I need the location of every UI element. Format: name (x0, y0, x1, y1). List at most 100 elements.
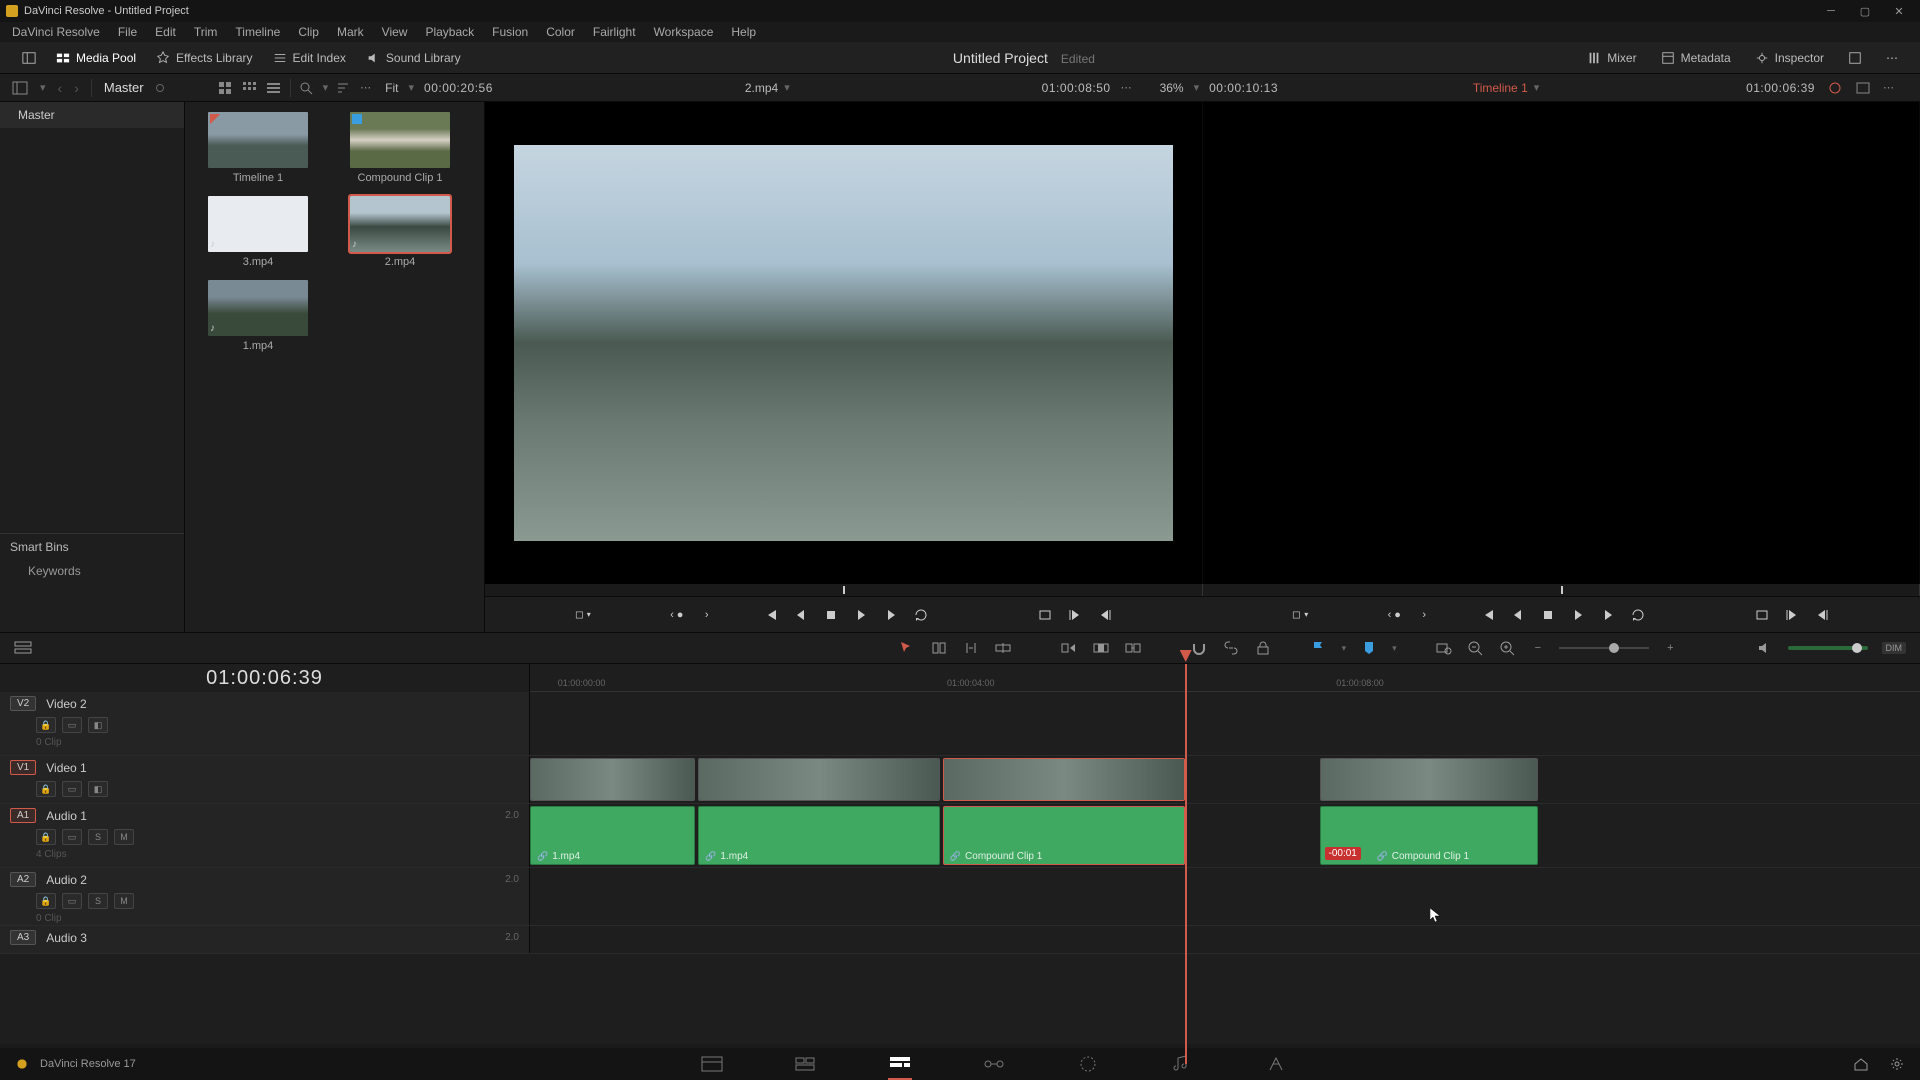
effects-library-toggle[interactable]: Effects Library (146, 47, 262, 69)
menu-color[interactable]: Color (538, 23, 583, 41)
track-lane[interactable] (530, 756, 1920, 803)
tl-prev-edit[interactable]: ‹ ● (1386, 607, 1402, 623)
src-next-frame-button[interactable] (883, 607, 899, 623)
video-clip[interactable] (1320, 758, 1538, 801)
smart-bin-keywords[interactable]: Keywords (0, 560, 184, 582)
track-control[interactable]: S (88, 893, 108, 909)
media-pool-toggle[interactable]: Media Pool (46, 47, 146, 69)
menu-clip[interactable]: Clip (290, 23, 327, 41)
menu-help[interactable]: Help (723, 23, 764, 41)
search-icon[interactable] (299, 81, 315, 95)
track-lane[interactable]: 🔗 1.mp4🔗 1.mp4🔗 Compound Clip 1-00:01🔗 C… (530, 804, 1920, 867)
tl-first-frame-button[interactable] (1480, 607, 1496, 623)
overwrite-clip-icon[interactable] (1092, 640, 1110, 656)
sort-icon[interactable] (336, 81, 352, 95)
pool-item-timeline-1[interactable]: Timeline 1 (193, 112, 323, 184)
list-view-icon[interactable] (266, 81, 282, 95)
pool-item-2-mp4[interactable]: ♪2.mp4 (335, 196, 465, 268)
grid-view-icon[interactable] (242, 81, 258, 95)
thumbnail-view-icon[interactable] (218, 81, 234, 95)
track-control[interactable]: 🔒 (36, 717, 56, 733)
tl-stop-button[interactable] (1540, 607, 1556, 623)
src-out-button[interactable] (1097, 607, 1113, 623)
volume-slider[interactable] (1788, 646, 1868, 650)
snap-toggle-icon[interactable] (1190, 640, 1208, 656)
timeline-ruler[interactable]: 01:00:00:0001:00:04:0001:00:08:00 (530, 664, 1920, 692)
track-control[interactable]: M (114, 893, 134, 909)
track-control[interactable]: 🔒 (36, 893, 56, 909)
trim-tool-icon[interactable] (930, 640, 948, 656)
dim-badge[interactable]: DIM (1882, 642, 1907, 654)
track-control[interactable]: ▭ (62, 717, 82, 733)
cut-page-button[interactable] (794, 1054, 818, 1074)
mute-icon[interactable] (1756, 640, 1774, 656)
video-clip[interactable] (698, 758, 940, 801)
zoom-out-icon[interactable] (1467, 640, 1485, 656)
src-stop-button[interactable] (823, 607, 839, 623)
src-match-frame-next[interactable]: › (699, 607, 715, 623)
minimize-button[interactable]: ─ (1824, 4, 1838, 18)
tl-next-edit[interactable]: › (1416, 607, 1432, 623)
track-control[interactable]: ▭ (62, 781, 82, 797)
fullscreen-button[interactable] (1838, 47, 1872, 69)
track-badge[interactable]: V2 (10, 696, 36, 711)
timeline-name-dropdown[interactable]: Timeline 1 (1473, 81, 1528, 95)
timeline-view-options-icon[interactable] (14, 640, 32, 656)
src-match-frame-prev[interactable]: ‹ ● (669, 607, 685, 623)
tl-out-button[interactable] (1814, 607, 1830, 623)
video-clip[interactable] (943, 758, 1185, 801)
playhead[interactable] (1185, 664, 1187, 1064)
flag-dropdown-icon[interactable] (1310, 640, 1328, 656)
zoom-slider[interactable] (1559, 647, 1649, 649)
pool-thumbnail[interactable]: ♪ (208, 280, 308, 336)
track-badge[interactable]: A2 (10, 872, 36, 887)
track-lane[interactable] (530, 926, 1920, 953)
single-viewer-icon[interactable] (1855, 81, 1871, 95)
pool-item-compound-clip-1[interactable]: Compound Clip 1 (335, 112, 465, 184)
color-page-button[interactable] (1076, 1054, 1100, 1074)
timeline-scrubber[interactable] (1203, 584, 1920, 596)
src-match-button[interactable] (1037, 607, 1053, 623)
tl-overlay-dropdown[interactable]: ▾ (1292, 607, 1308, 623)
bypass-icon[interactable] (1827, 81, 1843, 95)
track-control[interactable]: ◧ (88, 781, 108, 797)
zoom-selection-icon[interactable] (1435, 640, 1453, 656)
insert-clip-icon[interactable] (1060, 640, 1078, 656)
mixer-toggle[interactable]: Mixer (1577, 47, 1646, 69)
selection-tool-icon[interactable] (898, 640, 916, 656)
inspector-toggle[interactable]: Inspector (1745, 47, 1834, 69)
metadata-toggle[interactable]: Metadata (1651, 47, 1741, 69)
tl-in-button[interactable] (1784, 607, 1800, 623)
track-control[interactable]: ▭ (62, 893, 82, 909)
layout-toggle[interactable] (12, 47, 46, 69)
source-scrubber[interactable] (485, 584, 1203, 596)
pool-item-3-mp4[interactable]: ♪3.mp4 (193, 196, 323, 268)
more-button[interactable]: ⋯ (1876, 47, 1908, 69)
pool-item-1-mp4[interactable]: ♪1.mp4 (193, 280, 323, 352)
menu-workspace[interactable]: Workspace (646, 23, 722, 41)
menu-mark[interactable]: Mark (329, 23, 372, 41)
track-badge[interactable]: A3 (10, 930, 36, 945)
src-first-frame-button[interactable] (763, 607, 779, 623)
pool-thumbnail[interactable] (350, 112, 450, 168)
src-overlay-dropdown[interactable]: ▾ (575, 607, 591, 623)
tl-play-button[interactable] (1570, 607, 1586, 623)
audio-clip[interactable]: 🔗 1.mp4 (698, 806, 940, 865)
bin-breadcrumb[interactable]: Master (104, 80, 144, 95)
timeline-viewer[interactable] (1203, 102, 1920, 584)
source-viewer[interactable] (485, 102, 1203, 584)
track-control[interactable]: 🔒 (36, 781, 56, 797)
track-control[interactable]: ◧ (88, 717, 108, 733)
zoom-minus[interactable]: − (1535, 642, 1541, 654)
audio-clip[interactable]: 🔗 Compound Clip 1 (943, 806, 1185, 865)
menu-timeline[interactable]: Timeline (227, 23, 288, 41)
track-lane[interactable] (530, 692, 1920, 755)
tl-loop-button[interactable] (1630, 607, 1646, 623)
replace-clip-icon[interactable] (1124, 640, 1142, 656)
pool-layout-icon[interactable] (12, 81, 28, 95)
src-loop-button[interactable] (913, 607, 929, 623)
src-in-button[interactable] (1067, 607, 1083, 623)
menu-file[interactable]: File (110, 23, 145, 41)
menu-edit[interactable]: Edit (147, 23, 184, 41)
deliver-page-button[interactable] (1264, 1054, 1288, 1074)
